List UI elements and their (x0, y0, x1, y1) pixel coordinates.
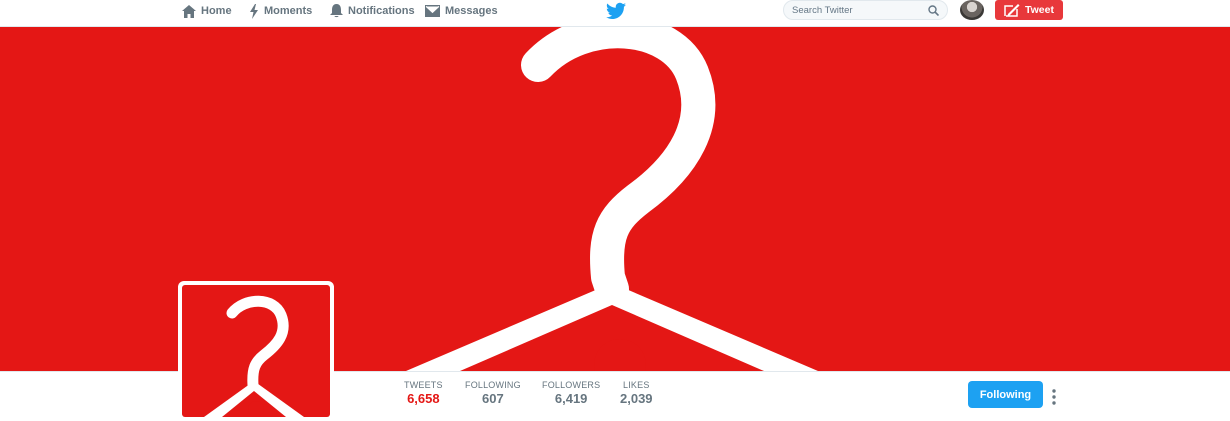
messages-icon (425, 5, 440, 17)
search-box[interactable] (783, 0, 948, 20)
home-icon (182, 4, 196, 18)
search-icon[interactable] (928, 5, 939, 16)
compose-icon (1004, 4, 1020, 17)
stat-likes-label: LIKES (623, 380, 650, 390)
nav-moments[interactable]: Moments (249, 2, 312, 20)
nav-messages[interactable]: Messages (425, 2, 498, 20)
search-input[interactable] (792, 3, 922, 17)
stat-following-value: 607 (482, 391, 504, 406)
stat-followers-value: 6,419 (554, 391, 588, 406)
stat-following-label: FOLLOWING (465, 380, 521, 390)
top-navigation: Home Moments Notifications Messages Sear… (0, 0, 1230, 27)
stat-tweets[interactable]: TWEETS 6,658 (404, 380, 443, 406)
profile-avatar[interactable] (178, 281, 334, 421)
stat-tweets-value: 6,658 (407, 391, 440, 406)
nav-home[interactable]: Home (182, 2, 232, 20)
stat-likes[interactable]: LIKES 2,039 (620, 380, 653, 406)
notifications-icon (330, 4, 343, 18)
following-button[interactable]: Following (968, 381, 1043, 408)
twitter-bird-icon[interactable] (606, 2, 626, 20)
profile-hanger-logo (204, 295, 304, 417)
stat-following[interactable]: FOLLOWING 607 (465, 380, 521, 406)
nav-notifications-label: Notifications (348, 5, 415, 17)
more-icon[interactable] (1049, 387, 1059, 407)
tweet-button[interactable]: Tweet (995, 0, 1063, 20)
nav-moments-label: Moments (264, 5, 313, 17)
nav-notifications[interactable]: Notifications (330, 2, 415, 20)
stat-tweets-label: TWEETS (404, 380, 443, 390)
tweet-button-label: Tweet (1025, 4, 1054, 16)
nav-home-label: Home (201, 5, 232, 17)
stat-likes-value: 2,039 (620, 391, 653, 406)
user-avatar[interactable] (960, 0, 984, 20)
stat-followers[interactable]: FOLLOWERS 6,419 (542, 380, 600, 406)
stat-followers-label: FOLLOWERS (542, 380, 601, 390)
moments-icon (250, 3, 258, 19)
nav-messages-label: Messages (445, 5, 498, 17)
